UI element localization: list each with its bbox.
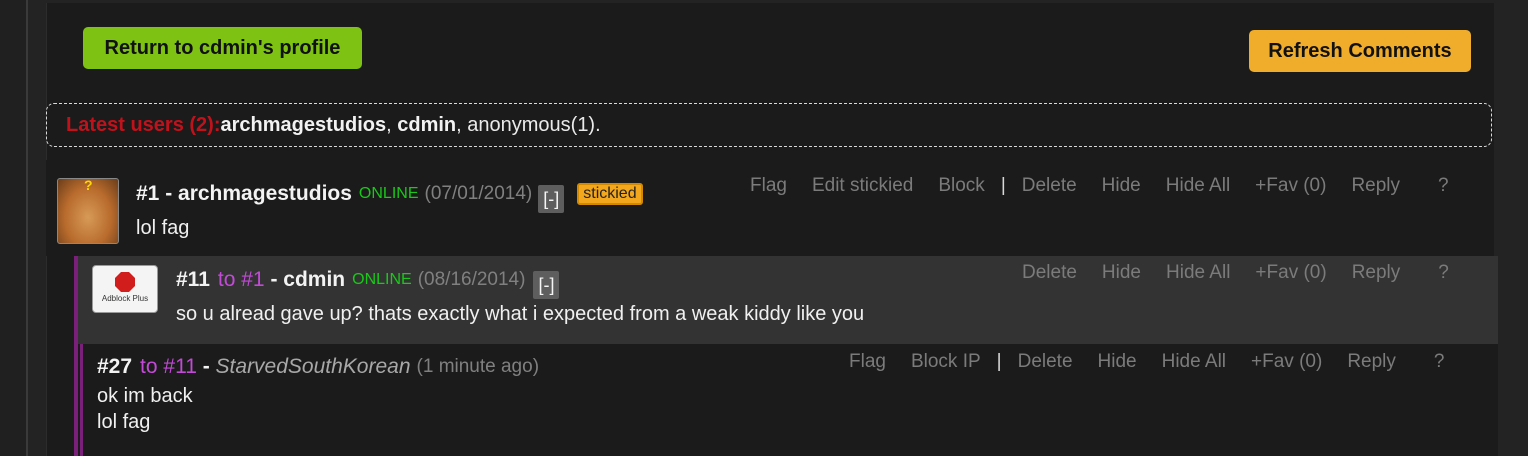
online-status: ONLINE bbox=[358, 185, 419, 202]
avatar-caption: Adblock Plus bbox=[101, 294, 149, 303]
comment-author[interactable]: cdmin bbox=[283, 268, 345, 292]
hide-all-link[interactable]: Hide All bbox=[1166, 175, 1230, 197]
comment-actions: Delete Hide Hide All +Fav (0) Reply ? bbox=[1022, 262, 1449, 284]
stickied-badge: stickied bbox=[577, 183, 643, 205]
comment-author[interactable]: archmagestudios bbox=[178, 182, 352, 206]
reply-link[interactable]: Reply bbox=[1347, 351, 1396, 373]
latest-anonymous-count: , anonymous(1). bbox=[456, 113, 601, 136]
comment-body-line: lol fag bbox=[97, 411, 151, 433]
comment-body-line: ok im back bbox=[97, 385, 193, 407]
reply-to-link[interactable]: to #1 bbox=[218, 268, 265, 292]
comment-header: #1 - archmagestudios ONLINE (07/01/2014)… bbox=[136, 180, 643, 213]
comment-body: so u alread gave up? thats exactly what … bbox=[176, 303, 865, 325]
latest-user-link[interactable]: cdmin bbox=[397, 114, 456, 137]
help-link[interactable]: ? bbox=[1434, 351, 1445, 373]
hide-all-link[interactable]: Hide All bbox=[1162, 351, 1226, 373]
reply-link[interactable]: Reply bbox=[1351, 175, 1400, 197]
comment-number[interactable]: #1 bbox=[136, 182, 159, 206]
block-ip-link[interactable]: Block IP bbox=[911, 351, 981, 373]
hide-link[interactable]: Hide bbox=[1102, 175, 1141, 197]
latest-user-link[interactable]: archmagestudios bbox=[221, 114, 387, 137]
collapse-button[interactable]: [-] bbox=[538, 185, 565, 213]
delete-link[interactable]: Delete bbox=[1022, 175, 1077, 197]
comment-dash: - bbox=[159, 182, 179, 205]
help-link[interactable]: ? bbox=[1438, 262, 1449, 284]
block-link[interactable]: Block bbox=[938, 175, 984, 197]
comments-page: Return to cdmin's profile Refresh Commen… bbox=[0, 0, 1528, 456]
comment-author[interactable]: StarvedSouthKorean bbox=[216, 355, 411, 379]
comment-dash: - bbox=[264, 268, 284, 291]
fav-link[interactable]: +Fav (0) bbox=[1251, 351, 1322, 373]
comment-actions: Flag Edit stickied Block | Delete Hide H… bbox=[750, 175, 1449, 197]
comment-date: (1 minute ago) bbox=[416, 356, 540, 377]
cat-avatar-icon[interactable]: ? bbox=[57, 177, 119, 244]
fav-link[interactable]: +Fav (0) bbox=[1255, 175, 1326, 197]
delete-link[interactable]: Delete bbox=[1018, 351, 1073, 373]
thread-bar bbox=[80, 344, 83, 456]
action-separator: | bbox=[996, 351, 1002, 372]
comment-dash: - bbox=[196, 355, 216, 378]
reply-to-link[interactable]: to #11 bbox=[140, 355, 197, 379]
flag-link[interactable]: Flag bbox=[849, 351, 886, 373]
latest-users-box: Latest users (2): archmagestudios, cdmin… bbox=[46, 103, 1492, 147]
comment-number[interactable]: #11 bbox=[176, 268, 210, 292]
latest-separator: , bbox=[386, 113, 398, 136]
reply-link[interactable]: Reply bbox=[1352, 262, 1401, 284]
delete-link[interactable]: Delete bbox=[1022, 262, 1077, 284]
edit-stickied-link[interactable]: Edit stickied bbox=[812, 175, 913, 197]
collapse-button[interactable]: [-] bbox=[533, 271, 560, 299]
fav-link[interactable]: +Fav (0) bbox=[1255, 262, 1326, 284]
flag-link[interactable]: Flag bbox=[750, 175, 787, 197]
left-rail bbox=[0, 0, 28, 456]
hide-link[interactable]: Hide bbox=[1098, 351, 1137, 373]
comment-number[interactable]: #27 bbox=[97, 355, 132, 379]
comment-header: #11 to #1 - cdmin ONLINE (08/16/2014) [-… bbox=[176, 266, 560, 299]
online-status: ONLINE bbox=[352, 271, 412, 288]
comment-header: #27 to #11 - StarvedSouthKorean (1 minut… bbox=[97, 353, 539, 381]
latest-users-label: Latest users (2): bbox=[66, 113, 221, 136]
refresh-comments-button[interactable]: Refresh Comments bbox=[1249, 30, 1471, 72]
comment-date: (07/01/2014) bbox=[424, 183, 533, 204]
comment-actions: Flag Block IP | Delete Hide Hide All +Fa… bbox=[849, 351, 1444, 373]
return-to-profile-button[interactable]: Return to cdmin's profile bbox=[83, 27, 362, 69]
hide-link[interactable]: Hide bbox=[1102, 262, 1141, 284]
adblock-plus-avatar-icon[interactable]: Adblock Plus bbox=[92, 265, 158, 313]
hide-all-link[interactable]: Hide All bbox=[1166, 262, 1230, 284]
comment-date: (08/16/2014) bbox=[417, 269, 526, 290]
action-separator: | bbox=[1000, 175, 1006, 196]
help-link[interactable]: ? bbox=[1438, 175, 1449, 197]
comment-body: lol fag bbox=[136, 217, 190, 239]
panel-edge bbox=[1494, 0, 1528, 456]
